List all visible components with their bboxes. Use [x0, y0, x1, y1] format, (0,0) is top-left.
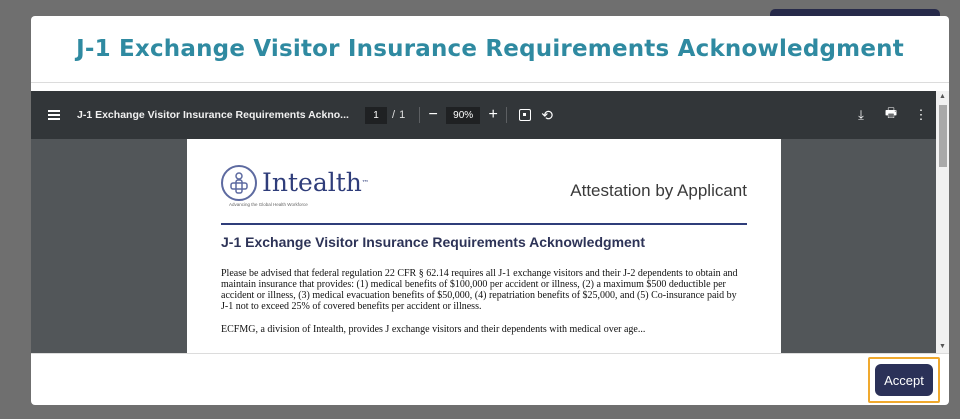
zoom-level-input[interactable]: 90% — [446, 106, 481, 124]
zoom-in-button[interactable]: + — [480, 107, 506, 123]
print-icon[interactable]: 🖶 — [876, 104, 906, 126]
logo-emblem-icon — [221, 165, 257, 201]
pdf-viewer[interactable]: J-1 Exchange Visitor Insurance Requireme… — [31, 91, 936, 353]
download-icon[interactable]: ⤓ — [846, 107, 876, 123]
hamburger-icon — [48, 110, 60, 120]
modal-footer: Accept — [31, 353, 949, 405]
pdf-paragraph: Please be advised that federal regulatio… — [221, 268, 738, 312]
modal-scrollbar[interactable]: ▲ ▼ — [936, 91, 949, 353]
page-total: 1 — [399, 109, 406, 121]
intealth-logo: Intealth™ Advancing the Global Health Wo… — [221, 165, 369, 207]
accept-button[interactable]: Accept — [875, 364, 933, 396]
pdf-page: Intealth™ Advancing the Global Health Wo… — [187, 139, 781, 353]
acknowledgment-modal: J-1 Exchange Visitor Insurance Requireme… — [31, 16, 949, 405]
pdf-paragraph-2: ECFMG, a division of Intealth, provides … — [221, 324, 646, 335]
menu-button[interactable] — [31, 110, 77, 120]
page-separator: / — [392, 109, 396, 121]
scroll-up-icon[interactable]: ▲ — [936, 91, 949, 103]
toolbar-divider — [506, 107, 508, 123]
pdf-heading: J-1 Exchange Visitor Insurance Requireme… — [221, 234, 646, 250]
accept-highlight: Accept — [868, 357, 940, 403]
pdf-doc-title: J-1 Exchange Visitor Insurance Requireme… — [77, 109, 349, 121]
modal-title: J-1 Exchange Visitor Insurance Requireme… — [76, 36, 904, 62]
zoom-out-button[interactable]: − — [420, 107, 446, 123]
more-actions-icon[interactable]: ⋮ — [906, 107, 936, 123]
attestation-title: Attestation by Applicant — [570, 181, 747, 200]
scrollbar-thumb[interactable] — [939, 105, 947, 167]
divider — [221, 223, 747, 225]
pdf-toolbar: J-1 Exchange Visitor Insurance Requireme… — [31, 91, 936, 139]
rotate-icon[interactable]: ⟲ — [541, 107, 553, 124]
modal-header: J-1 Exchange Visitor Insurance Requireme… — [31, 16, 949, 83]
scroll-down-icon[interactable]: ▼ — [936, 341, 949, 353]
logo-name: Intealth™ — [262, 168, 369, 197]
logo-tagline: Advancing the Global Health Workforce — [229, 202, 308, 207]
fit-page-icon[interactable] — [519, 109, 532, 121]
pdf-viewer-frame: J-1 Exchange Visitor Insurance Requireme… — [31, 91, 949, 353]
page-number-input[interactable]: 1 — [365, 106, 387, 124]
